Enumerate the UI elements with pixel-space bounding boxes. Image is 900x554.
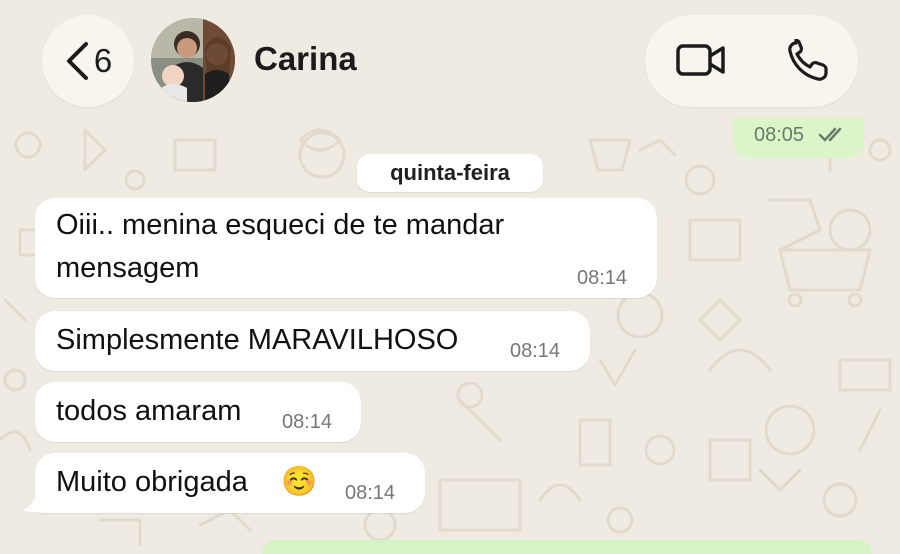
phone-icon[interactable] [786,39,830,83]
message-time: 08:14 [510,340,561,362]
incoming-message[interactable]: Oiii.. menina esqueci de te mandar mensa… [35,198,657,298]
message-time: 08:14 [282,411,333,433]
message-text: todos amaram [56,395,242,427]
day-separator: quinta-feira [357,154,543,192]
incoming-message[interactable]: Simplesmente MARAVILHOSO 08:14 [35,311,590,371]
incoming-message[interactable]: todos amaram 08:14 [35,382,361,442]
contact-name[interactable]: Carina [254,40,357,78]
smiling-face-emoji: ☺️ [281,466,318,498]
double-check-icon [818,127,842,142]
message-text-line-2: mensagem [56,252,200,284]
incoming-message[interactable]: Muito obrigada ☺️ 08:14 [35,453,425,513]
outgoing-message-partial-bottom [262,540,872,554]
bubble-tail [22,494,42,513]
chat-header: 6 Carina [0,0,900,128]
call-actions [645,15,858,107]
message-text: Muito obrigada [56,466,248,498]
avatar[interactable] [151,18,235,102]
back-button[interactable]: 6 [42,15,134,107]
chevron-left-icon [66,42,88,80]
video-camera-icon[interactable] [675,40,727,80]
message-text-line-1: Oiii.. menina esqueci de te mandar [56,209,505,241]
contact-photo [151,18,235,102]
unread-count: 6 [93,42,113,79]
message-time: 08:14 [577,267,628,289]
message-time: 08:14 [345,482,396,504]
message-text: Simplesmente MARAVILHOSO [56,324,459,356]
